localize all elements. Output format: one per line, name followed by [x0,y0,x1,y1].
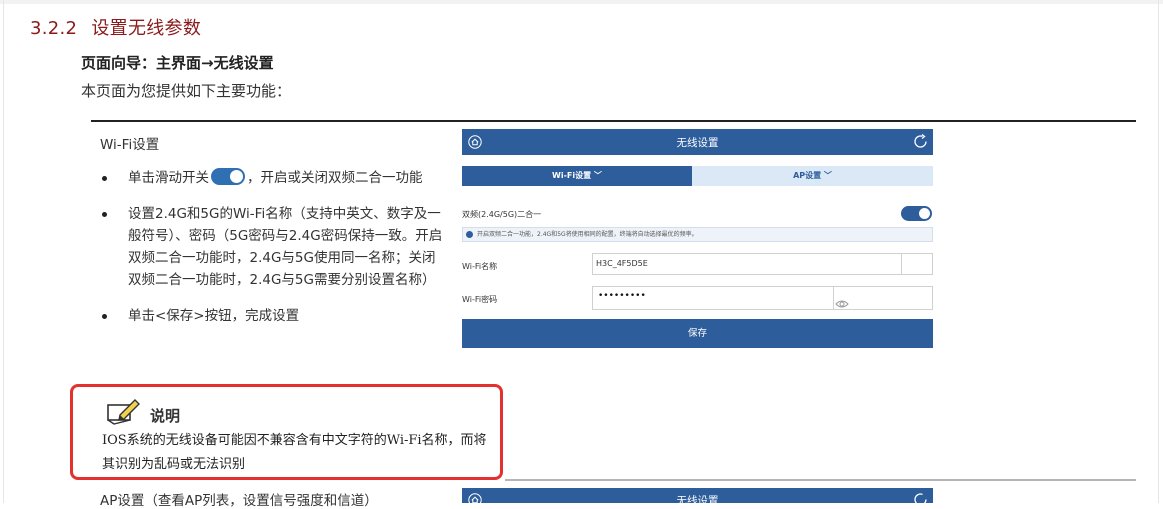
refresh-icon [912,491,929,503]
wifi-password-label: Wi-Fi密码 [462,295,498,304]
table-row-divider [505,479,1136,481]
tab-wifi-settings: Wi-Fi设置 ﹀ [462,166,692,186]
dual-band-label: 双频(2.4G/5G)二合一 [462,210,542,219]
bullet-toggle-text-after: ，开启或关闭双频二合一功能 [247,170,423,186]
bullet-save: 单击<保存>按钮，完成设置 [100,305,445,327]
wireless-settings-screenshot: 无线设置 Wi-Fi设置 ﹀ AP设置 ﹀ 双频(2.4G/5G)二合一 开启双… [462,129,933,348]
intro-text: 本页面为您提供如下主要功能： [81,82,292,100]
top-rule [0,0,1163,4]
wifi-password-divider [592,286,834,310]
note-header: 说明 [106,395,180,426]
note-pencil-icon [106,397,140,425]
note-text: IOS系统的无线设备可能因不兼容含有中文字符的Wi-Fi名称，而将其识别为乱码或… [102,433,487,472]
info-text: 开启双频二合一功能，2.4G和5G将使用相同的配置，终端将自动选择最优的频率。 [477,231,698,238]
screenshot-title: 无线设置 [676,137,719,149]
ap-settings-heading: AP设置（查看AP列表，设置信号强度和信道） [100,493,378,509]
bullet-toggle-text-before: 单击滑动开关 [128,170,209,186]
refresh-icon [912,133,929,154]
wifi-name-label: Wi-Fi名称 [462,262,498,271]
toggle-switch-icon [211,168,245,185]
eye-icon [835,294,849,313]
wifi-settings-description: Wi-Fi设置 单击滑动开关 ，开启或关闭双频二合一功能 设置2.4G和5G的Wi… [100,133,445,341]
section-number: 3.2.2 [30,18,78,39]
wifi-name-field: H3C_4F5D5E [592,253,902,275]
screenshot-header: 无线设置 [462,129,933,155]
note-title: 说明 [150,407,181,425]
page-guide: 页面向导：主界面→无线设置 [81,54,274,72]
tab-ap-settings: AP设置 ﹀ [692,166,933,186]
info-bar: 开启双频二合一功能，2.4G和5G将使用相同的配置，终端将自动选择最优的频率。 [462,227,933,242]
dual-band-toggle [901,206,932,221]
wifi-name-field-extension [901,253,933,275]
save-button: 保存 [462,319,933,348]
note-box: 说明 IOS系统的无线设备可能因不兼容含有中文字符的Wi-Fi名称，而将其识别为… [70,384,503,480]
ap-settings-screenshot: 无线设置 [462,488,933,503]
wifi-settings-heading: Wi-Fi设置 [100,137,160,153]
screenshot2-title: 无线设置 [676,495,719,503]
bullet-toggle: 单击滑动开关 ，开启或关闭双频二合一功能 [100,167,445,189]
section-heading: 3.2.2 设置无线参数 [30,14,201,40]
left-border [3,0,4,503]
section-title: 设置无线参数 [91,18,202,39]
table-top-rule [91,120,1136,122]
info-icon [466,231,473,238]
bullet-name-password: 设置2.4G和5G的Wi-Fi名称（支持中英文、数字及一般符号）、密码（5G密码… [100,203,445,291]
wifi-bullet-list: 单击滑动开关 ，开启或关闭双频二合一功能 设置2.4G和5G的Wi-Fi名称（支持… [100,167,445,327]
right-border [1158,0,1159,503]
